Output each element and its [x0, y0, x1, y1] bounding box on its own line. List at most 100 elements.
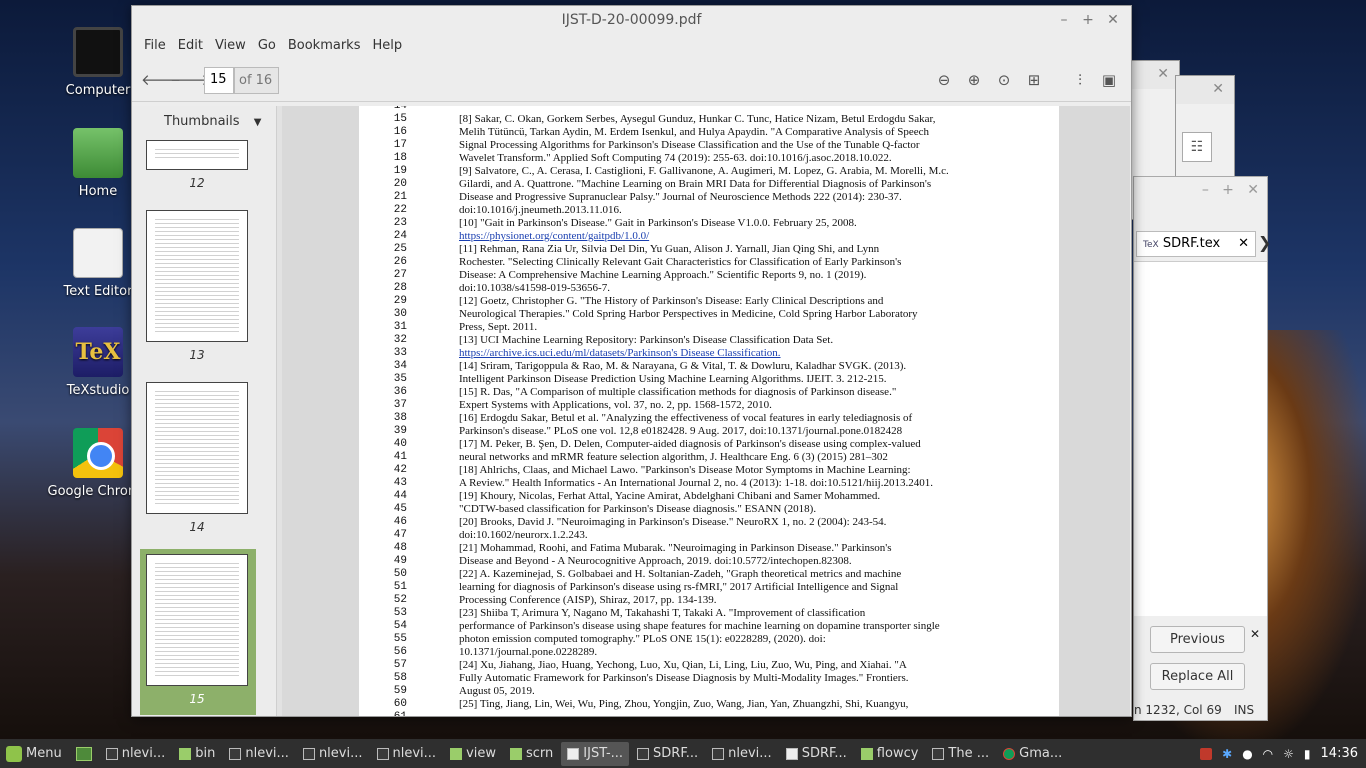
- line-number: 28: [393, 282, 407, 294]
- taskbar-item[interactable]: nlevi...: [706, 742, 778, 766]
- menu-view[interactable]: View: [209, 34, 252, 58]
- tex-file-icon: TeX: [1143, 240, 1159, 250]
- clock[interactable]: 14:36: [1321, 746, 1358, 761]
- minimize-icon[interactable]: –: [1202, 182, 1209, 198]
- shield-icon[interactable]: [1200, 747, 1213, 760]
- pdf-page[interactable]: 14 15 [8] Sakar, C. Okan, Gorkem Serbes, A…: [359, 106, 1059, 716]
- thumbnail-label: 14: [189, 520, 205, 534]
- close-tab-icon[interactable]: ✕: [1238, 232, 1249, 256]
- zoom-in-icon[interactable]: ⊕: [962, 68, 986, 92]
- folder-icon: [450, 747, 463, 760]
- document-line: 42 [18] Ahlrichs, Claas, and Michael Lawo…: [359, 464, 1059, 477]
- thumbnail-page-13[interactable]: [146, 210, 248, 342]
- start-menu-button[interactable]: Menu: [0, 742, 68, 766]
- line-number: 25: [393, 243, 407, 255]
- thumbnail-page-14[interactable]: [146, 382, 248, 514]
- reference-text: 10.1371/journal.pone.0228289.: [459, 646, 598, 658]
- menu-bar: File Edit View Go Bookmarks Help: [132, 34, 1131, 58]
- thumbnail-page-15[interactable]: [146, 554, 248, 686]
- background-window[interactable]: ✕ ☷: [1175, 75, 1235, 185]
- reference-text: Processing Conference (AISP), Shiraz, 20…: [459, 594, 717, 606]
- next-page-icon[interactable]: 🡒: [170, 68, 210, 92]
- grid-view-icon[interactable]: ☷: [1182, 132, 1212, 162]
- menu-file[interactable]: File: [138, 34, 172, 58]
- previous-button[interactable]: Previous: [1150, 626, 1245, 653]
- fit-page-icon[interactable]: ⊞: [1022, 68, 1046, 92]
- taskbar-item[interactable]: scrn: [504, 742, 559, 766]
- document-line: 38 [16] Erdogdu Sakar, Betul et al. "Anal…: [359, 412, 1059, 425]
- taskbar-item[interactable]: IJST-...: [561, 741, 630, 766]
- sidebar-mode-selector[interactable]: Thumbnails ▼: [132, 106, 276, 140]
- taskbar-item[interactable]: Gma...: [997, 742, 1068, 766]
- reference-text: doi:10.1038/s41598-019-53656-7.: [459, 282, 610, 294]
- document-line: 26 Rochester. "Selecting Clinically Relev…: [359, 256, 1059, 269]
- replace-all-button[interactable]: Replace All: [1150, 663, 1245, 690]
- reference-text: [17] M. Peker, B. Şen, D. Delen, Compute…: [459, 438, 921, 450]
- document-line: 52 Processing Conference (AISP), Shiraz, …: [359, 594, 1059, 607]
- previous-page-icon[interactable]: 🡐: [141, 68, 181, 92]
- maximize-icon[interactable]: +: [1222, 182, 1234, 198]
- menu-edit[interactable]: Edit: [172, 34, 209, 58]
- thumbnail-sidebar[interactable]: Thumbnails ▼ 12 13 14 15: [132, 106, 277, 716]
- page-number-input[interactable]: 15: [204, 67, 234, 94]
- document-view[interactable]: 14 15 [8] Sakar, C. Okan, Gorkem Serbes, A…: [282, 106, 1130, 716]
- reference-text: [14] Sriram, Tarigoppula & Rao, M. & Nar…: [459, 360, 907, 372]
- document-line: 23 [10] "Gait in Parkinson's Disease." Ga…: [359, 217, 1059, 230]
- taskbar-item[interactable]: nlevi...: [371, 742, 443, 766]
- show-desktop-button[interactable]: [70, 742, 98, 766]
- status-ins: INS: [1234, 703, 1255, 717]
- taskbar-item-label: SDRF...: [801, 746, 847, 761]
- bluetooth-icon[interactable]: ✱: [1222, 747, 1232, 761]
- taskbar-item[interactable]: SDRF...: [631, 742, 704, 766]
- taskbar-item[interactable]: SDRF...: [780, 742, 853, 766]
- system-tray: ✱ ● ◠ ☼ ▮ 14:36: [1200, 739, 1358, 768]
- taskbar-item[interactable]: bin: [173, 742, 221, 766]
- editor-area[interactable]: [1134, 261, 1267, 616]
- close-search-icon[interactable]: ✕: [1250, 627, 1260, 641]
- taskbar-item[interactable]: flowcy: [855, 742, 925, 766]
- pdf-viewer-window[interactable]: IJST-D-20-00099.pdf – + ✕ File Edit View…: [131, 5, 1132, 717]
- texstudio-window[interactable]: – + ✕ TeX SDRF.tex ✕ ❯ ✕ Previous Replac…: [1133, 176, 1271, 721]
- reference-link[interactable]: https://physionet.org/content/gaitpdb/1.…: [459, 230, 971, 243]
- window-title: IJST-D-20-00099.pdf: [561, 12, 702, 28]
- taskbar-item[interactable]: view: [444, 742, 502, 766]
- user-icon[interactable]: ●: [1242, 747, 1252, 761]
- close-icon[interactable]: ✕: [1247, 182, 1259, 198]
- taskbar-item[interactable]: nlevi...: [297, 742, 369, 766]
- taskbar-item[interactable]: nlevi...: [223, 742, 295, 766]
- reference-text: doi:10.1016/j.jneumeth.2013.11.016.: [459, 204, 622, 216]
- menu-bookmarks[interactable]: Bookmarks: [282, 34, 367, 58]
- menu-help[interactable]: Help: [366, 34, 408, 58]
- taskbar-item[interactable]: The ...: [926, 742, 995, 766]
- close-icon[interactable]: ✕: [1176, 76, 1234, 104]
- maximize-icon[interactable]: +: [1076, 6, 1100, 34]
- menu-go[interactable]: Go: [252, 34, 282, 58]
- chevron-right-icon[interactable]: ❯: [1258, 233, 1271, 252]
- document-line: 47 doi:10.1602/neurorx.1.2.243.: [359, 529, 1059, 542]
- minimize-icon[interactable]: –: [1052, 6, 1076, 34]
- document-line: 36 [15] R. Das, "A Comparison of multiple…: [359, 386, 1059, 399]
- line-number: 21: [393, 191, 407, 203]
- title-bar[interactable]: IJST-D-20-00099.pdf – + ✕: [132, 6, 1131, 34]
- chrome-icon: [73, 428, 123, 478]
- line-number: 34: [393, 360, 407, 372]
- tab-sdrf-tex[interactable]: TeX SDRF.tex ✕: [1136, 231, 1256, 257]
- close-icon[interactable]: ✕: [1101, 6, 1125, 34]
- zoom-fit-icon[interactable]: ⊙: [992, 68, 1016, 92]
- reference-text: [8] Sakar, C. Okan, Gorkem Serbes, Ayseg…: [459, 113, 936, 125]
- line-number: 38: [393, 412, 407, 424]
- document-line: 24 https://physionet.org/content/gaitpdb/…: [359, 230, 1059, 243]
- zoom-out-icon[interactable]: ⊖: [932, 68, 956, 92]
- continuous-scroll-icon[interactable]: ⫶: [1068, 68, 1092, 92]
- reference-link[interactable]: https://archive.ics.uci.edu/ml/datasets/…: [459, 347, 971, 360]
- document-line: 56 10.1371/journal.pone.0228289.: [359, 646, 1059, 659]
- taskbar-item[interactable]: nlevi...: [100, 742, 172, 766]
- reference-text: neural networks and mRMR feature selecti…: [459, 451, 888, 463]
- dual-page-icon[interactable]: ▣: [1097, 68, 1121, 92]
- brightness-icon[interactable]: ☼: [1283, 747, 1294, 761]
- taskbar-item-label: IJST-...: [583, 746, 624, 761]
- wifi-icon[interactable]: ◠: [1263, 747, 1273, 761]
- taskbar-item-label: bin: [195, 746, 216, 761]
- thumbnail-page-12[interactable]: [146, 140, 248, 170]
- battery-icon[interactable]: ▮: [1304, 747, 1311, 761]
